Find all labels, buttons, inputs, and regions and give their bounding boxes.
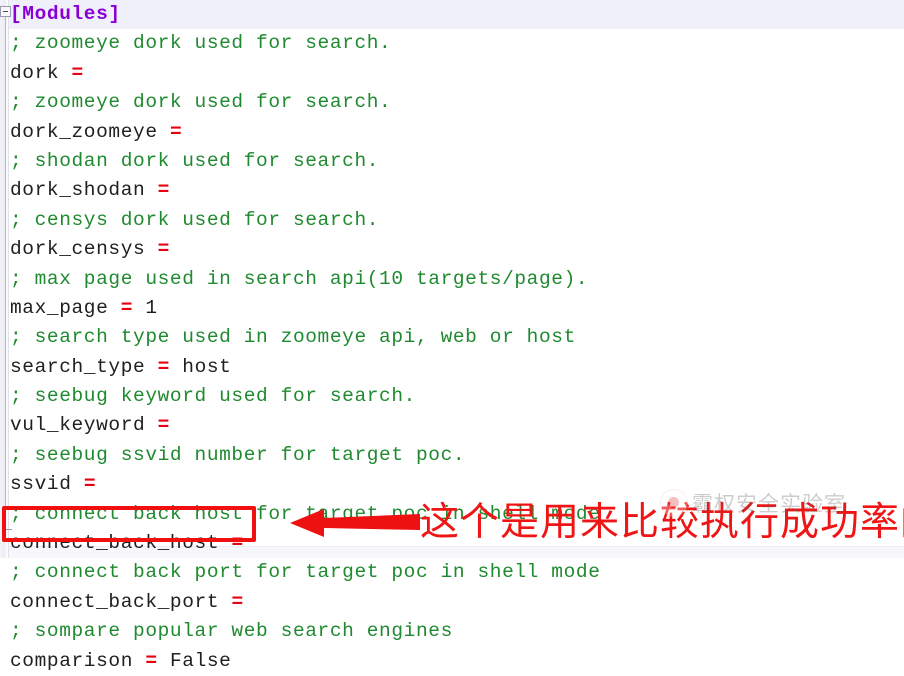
setting-equals-sign: = <box>169 120 183 143</box>
comment-line[interactable]: ; search type used in zoomeye api, web o… <box>10 323 904 352</box>
setting-key: max_page <box>10 296 109 319</box>
comment-text: ; max page used in search api(10 targets… <box>10 267 589 290</box>
setting-equals-sign: = <box>145 649 158 672</box>
setting-key: dork <box>10 61 60 84</box>
setting-key: connect_back_host <box>10 532 220 555</box>
setting-value: host <box>182 355 232 378</box>
setting-line[interactable]: dork_shodan = <box>10 176 904 205</box>
comment-line[interactable]: ; zoomeye dork used for search. <box>10 29 904 58</box>
setting-equals-sign: = <box>157 179 170 202</box>
code-content[interactable]: [Modules] ; zoomeye dork used for search… <box>0 0 904 676</box>
comment-text: ; sompare popular web search engines <box>10 620 453 643</box>
comment-text: ; censys dork used for search. <box>10 208 380 231</box>
comment-line[interactable]: ; max page used in search api(10 targets… <box>10 265 904 294</box>
setting-line[interactable]: search_type = host <box>10 353 904 382</box>
text-editor-pane[interactable]: [Modules] ; zoomeye dork used for search… <box>0 0 904 672</box>
setting-value: False <box>169 649 232 672</box>
comment-text: ; zoomeye dork used for search. <box>10 91 392 114</box>
ini-section-header[interactable]: [Modules] <box>0 0 904 30</box>
code-line-list[interactable]: ; zoomeye dork used for search. dork = ; z… <box>10 29 904 676</box>
setting-equals-sign: = <box>157 238 170 261</box>
comment-text: ; shodan dork used for search. <box>10 149 380 172</box>
setting-equals-sign: = <box>83 473 97 496</box>
setting-line[interactable]: max_page = 1 <box>10 294 904 323</box>
code-fold-toggle-icon[interactable] <box>0 6 11 17</box>
setting-equals-sign: = <box>231 590 244 613</box>
setting-key: connect_back_port <box>10 590 220 613</box>
setting-equals-sign: = <box>120 296 134 319</box>
comment-text: ; zoomeye dork used for search. <box>10 32 392 55</box>
comment-line[interactable]: ; seebug ssvid number for target poc. <box>10 441 904 470</box>
comment-line[interactable]: ; shodan dork used for search. <box>10 147 904 176</box>
setting-line[interactable]: dork_censys = <box>10 235 904 264</box>
comment-line[interactable]: ; zoomeye dork used for search. <box>10 88 904 117</box>
setting-line[interactable]: comparison = False <box>10 647 904 676</box>
comment-text: ; connect back port for target poc in sh… <box>10 561 601 584</box>
setting-key: dork_zoomeye <box>10 120 158 143</box>
annotation-arrow-icon <box>290 509 420 537</box>
setting-line[interactable]: dork_zoomeye = <box>10 118 904 147</box>
setting-line[interactable]: dork = <box>10 59 904 88</box>
setting-key: ssvid <box>10 473 72 496</box>
comment-text: ; seebug ssvid number for target poc. <box>10 443 466 466</box>
setting-line[interactable]: connect_back_port = <box>10 588 904 617</box>
setting-key: vul_keyword <box>10 414 146 437</box>
comment-line[interactable]: ; connect back port for target poc in sh… <box>10 558 904 587</box>
setting-equals-sign: = <box>231 532 244 555</box>
setting-value: 1 <box>145 296 158 319</box>
setting-equals-sign: = <box>157 355 170 378</box>
setting-equals-sign: = <box>157 414 170 437</box>
setting-line[interactable]: vul_keyword = <box>10 411 904 440</box>
setting-key: dork_censys <box>10 238 146 261</box>
comment-line[interactable]: ; censys dork used for search. <box>10 206 904 235</box>
annotation-note-text: 这个是用来比较执行成功率的 <box>420 500 904 545</box>
comment-line[interactable]: ; seebug keyword used for search. <box>10 382 904 411</box>
comment-line[interactable]: ; sompare popular web search engines <box>10 617 904 646</box>
setting-key: comparison <box>10 649 134 672</box>
fold-guide-end <box>5 529 12 530</box>
comment-text: ; search type used in zoomeye api, web o… <box>10 326 576 349</box>
setting-equals-sign: = <box>71 61 84 84</box>
fold-guide-line <box>5 17 6 530</box>
setting-line[interactable]: ssvid = <box>10 470 904 499</box>
comment-text: ; seebug keyword used for search. <box>10 385 416 408</box>
setting-key: dork_shodan <box>10 179 146 202</box>
setting-key: search_type <box>10 355 146 378</box>
